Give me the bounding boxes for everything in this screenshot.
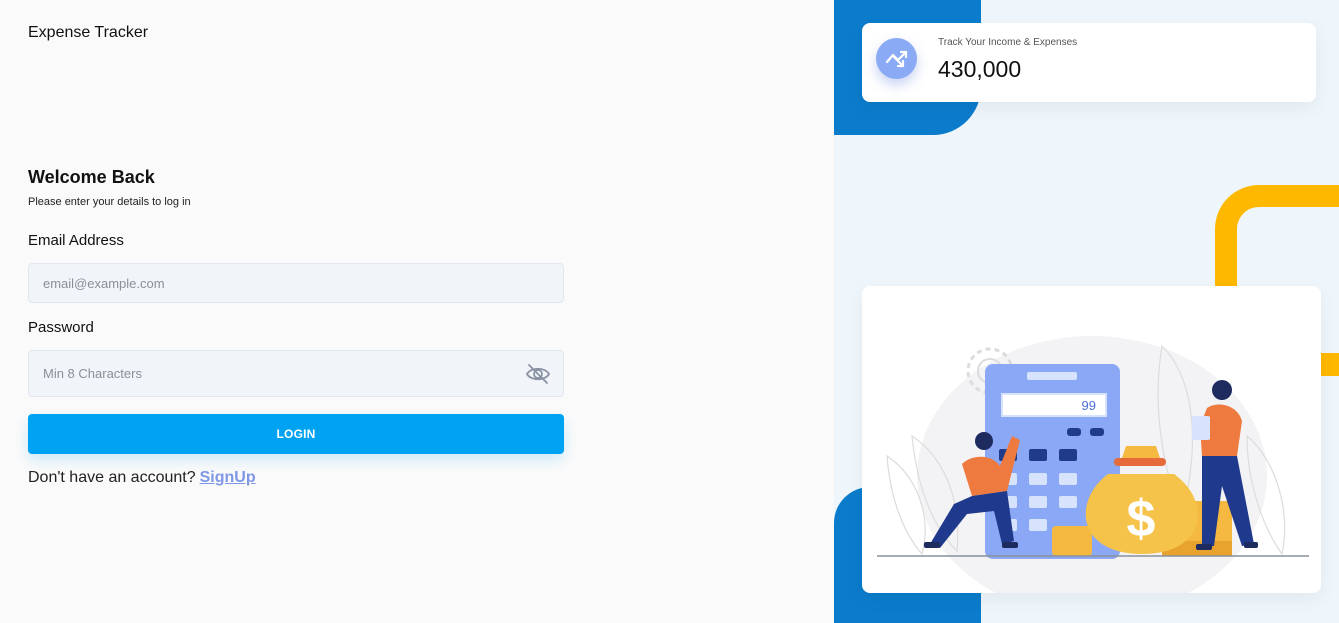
signup-row: Don't have an account? SignUp bbox=[28, 469, 256, 487]
email-input[interactable]: email@example.com bbox=[28, 263, 564, 303]
login-button[interactable]: LOGIN bbox=[28, 414, 564, 454]
eye-off-icon[interactable] bbox=[525, 362, 551, 386]
app-title: Expense Tracker bbox=[28, 24, 149, 41]
login-subheading: Please enter your details to log in bbox=[28, 196, 191, 208]
dollar-sign: $ bbox=[1127, 490, 1156, 548]
calculator-display: 99 bbox=[1082, 398, 1096, 413]
stat-value: 430,000 bbox=[938, 56, 1022, 82]
email-label: Email Address bbox=[28, 232, 124, 249]
password-placeholder: Min 8 Characters bbox=[43, 366, 142, 381]
password-label: Password bbox=[28, 319, 94, 336]
trending-up-icon bbox=[876, 38, 917, 79]
signup-prompt: Don't have an account? bbox=[28, 469, 196, 486]
password-input[interactable]: Min 8 Characters bbox=[28, 350, 564, 397]
stat-card: Track Your Income & Expenses 430,000 bbox=[862, 23, 1316, 102]
email-placeholder: email@example.com bbox=[43, 275, 165, 291]
stat-label: Track Your Income & Expenses bbox=[938, 37, 1078, 48]
signup-link[interactable]: SignUp bbox=[200, 469, 256, 486]
illustration-card: 99 $ bbox=[862, 286, 1321, 593]
login-panel: Expense Tracker Welcome Back Please ente… bbox=[0, 0, 834, 623]
promo-panel: Track Your Income & Expenses 430,000 99 bbox=[834, 0, 1339, 623]
finance-illustration: 99 $ bbox=[877, 336, 1309, 593]
welcome-heading: Welcome Back bbox=[28, 167, 155, 187]
